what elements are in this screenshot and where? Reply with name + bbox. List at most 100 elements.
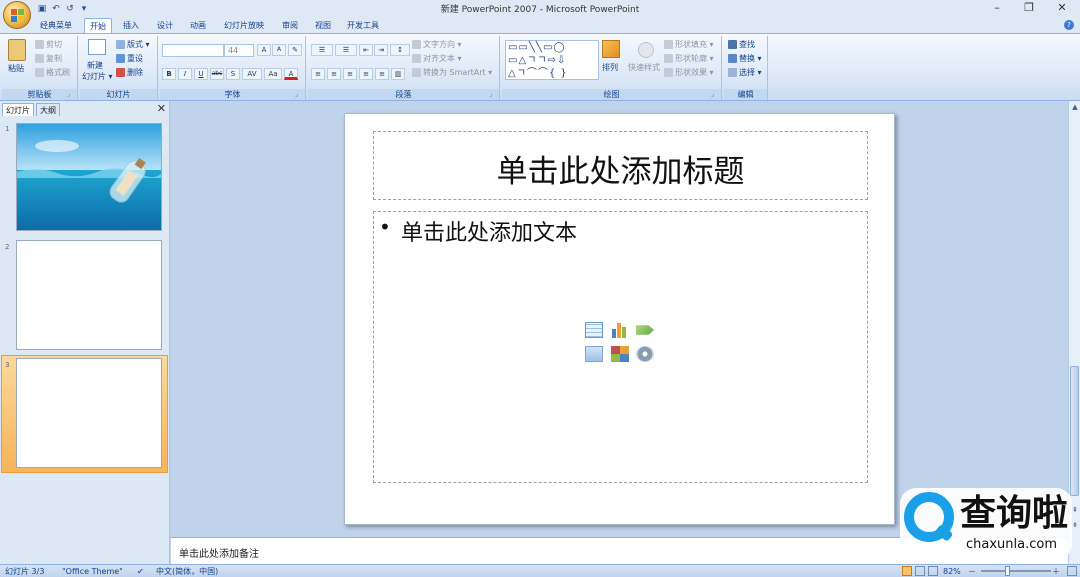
effects-icon [664, 68, 673, 77]
slide-sorter-view-icon[interactable] [915, 566, 925, 576]
tab-classic-menu[interactable]: 经典菜单 [34, 18, 78, 33]
font-size-field[interactable]: 44 [224, 44, 254, 57]
char-spacing-button[interactable]: AV [242, 68, 262, 80]
slideshow-view-icon[interactable] [928, 566, 938, 576]
numbering-icon[interactable]: ☰ [335, 44, 357, 56]
line-spacing-icon[interactable]: ↕ [390, 44, 410, 56]
language-indicator[interactable]: 中文(简体，中国) [156, 566, 218, 577]
zoom-slider[interactable] [981, 570, 1051, 572]
watermark-title: 查询啦 [960, 493, 1069, 534]
office-button[interactable] [3, 1, 31, 29]
increase-indent-icon[interactable]: ⇥ [374, 44, 388, 56]
text-direction-button[interactable]: 文字方向 ▾ [412, 39, 462, 51]
format-painter-button[interactable]: 格式刷 [35, 67, 70, 79]
tab-slide-show[interactable]: 幻灯片放映 [219, 18, 269, 33]
convert-smartart-button[interactable]: 转换为 SmartArt ▾ [412, 67, 492, 79]
justify-icon[interactable]: ≡ [359, 68, 373, 80]
distribute-icon[interactable]: ≡ [375, 68, 389, 80]
slide-thumbnail-3[interactable] [16, 358, 162, 468]
dialog-launcher-icon[interactable]: ⌟ [295, 91, 303, 99]
title-placeholder[interactable]: 单击此处添加标题 [373, 131, 868, 200]
insert-table-icon[interactable] [585, 322, 603, 338]
spell-check-icon[interactable]: ✔ [137, 566, 149, 577]
paste-icon[interactable] [8, 39, 26, 61]
dialog-launcher-icon[interactable]: ⌟ [711, 91, 719, 99]
shadow-button[interactable]: S [226, 68, 240, 80]
columns-icon[interactable]: ▥ [391, 68, 405, 80]
insert-media-icon[interactable] [636, 346, 654, 362]
cut-button[interactable]: 剪切 [35, 39, 62, 51]
reset-button[interactable]: 重设 [116, 53, 143, 65]
arrange-icon[interactable] [602, 40, 620, 58]
align-center-icon[interactable]: ≡ [327, 68, 341, 80]
zoom-out-icon[interactable]: － [968, 566, 976, 577]
paste-button[interactable]: 粘贴 [8, 63, 24, 75]
shrink-font-button[interactable]: A [272, 44, 286, 56]
insert-smartart-icon[interactable] [636, 325, 654, 335]
shape-effects-button[interactable]: 形状效果 ▾ [664, 67, 714, 79]
tab-outline[interactable]: 大纲 [36, 103, 60, 116]
grow-font-button[interactable]: A [257, 44, 271, 56]
theme-name[interactable]: "Office Theme" [62, 566, 123, 577]
restore-button[interactable]: ❐ [1012, 0, 1046, 17]
font-color-button[interactable]: A [284, 68, 298, 80]
decrease-indent-icon[interactable]: ⇤ [359, 44, 373, 56]
help-icon[interactable]: ? [1064, 20, 1074, 30]
tab-slides[interactable]: 幻灯片 [2, 103, 34, 116]
quick-styles-button[interactable]: 快速样式 [628, 62, 660, 74]
strikethrough-button[interactable]: abc [210, 68, 224, 80]
scroll-up-icon[interactable]: ▲ [1070, 103, 1080, 115]
italic-button[interactable]: I [178, 68, 192, 80]
tab-view[interactable]: 视图 [310, 18, 336, 33]
delete-button[interactable]: 删除 [116, 67, 143, 79]
tab-developer[interactable]: 开发工具 [343, 18, 383, 33]
underline-button[interactable]: U [194, 68, 208, 80]
bold-button[interactable]: B [162, 68, 176, 80]
insert-clipart-icon[interactable] [611, 346, 629, 362]
replace-button[interactable]: 替换 ▾ [728, 53, 762, 65]
insert-picture-icon[interactable] [585, 346, 603, 362]
bullets-icon[interactable]: ☰ [311, 44, 333, 56]
scroll-thumb[interactable] [1070, 366, 1079, 496]
layout-button[interactable]: 版式 ▾ [116, 39, 150, 51]
tab-design[interactable]: 设计 [152, 18, 178, 33]
close-panel-icon[interactable]: ✕ [157, 102, 166, 115]
align-left-icon[interactable]: ≡ [311, 68, 325, 80]
find-button[interactable]: 查找 [728, 39, 755, 51]
dialog-launcher-icon[interactable]: ⌟ [67, 91, 75, 99]
close-button[interactable]: ✕ [1045, 0, 1079, 17]
dialog-launcher-icon[interactable]: ⌟ [489, 91, 497, 99]
clear-format-button[interactable]: ✎ [288, 44, 302, 56]
minimize-button[interactable]: – [980, 0, 1014, 17]
insert-chart-icon[interactable] [611, 322, 629, 338]
align-text-button[interactable]: 对齐文本 ▾ [412, 53, 462, 65]
shapes-gallery[interactable]: ▭▭╲╲▭◯ ▭△ㄱㄱ⇨⇩ △ㄱ⌒⌒{ } [505, 40, 599, 80]
quick-styles-icon[interactable] [638, 42, 654, 58]
slide-thumbnail-2[interactable] [16, 240, 162, 350]
tab-animations[interactable]: 动画 [185, 18, 211, 33]
normal-view-icon[interactable] [902, 566, 912, 576]
tab-insert[interactable]: 插入 [118, 18, 144, 33]
zoom-slider-knob[interactable] [1005, 566, 1010, 576]
body-placeholder[interactable]: • 单击此处添加文本 [373, 211, 868, 483]
tab-review[interactable]: 审阅 [277, 18, 303, 33]
new-slide-icon[interactable] [88, 39, 106, 55]
fit-to-window-icon[interactable] [1067, 566, 1077, 576]
zoom-in-icon[interactable]: ＋ [1052, 566, 1060, 577]
slide-thumbnail-1[interactable] [16, 123, 162, 231]
slide-counter: 幻灯片 3/3 [5, 567, 45, 576]
arrange-button[interactable]: 排列 [602, 62, 618, 74]
align-text-icon [412, 54, 421, 63]
vertical-scrollbar[interactable]: ▲ ⇞ ⇟ [1068, 101, 1080, 564]
shape-fill-button[interactable]: 形状填充 ▾ [664, 39, 714, 51]
copy-button[interactable]: 复制 [35, 53, 62, 65]
tab-home[interactable]: 开始 [84, 18, 112, 33]
align-right-icon[interactable]: ≡ [343, 68, 357, 80]
new-slide-dropdown[interactable]: 幻灯片 ▾ [82, 71, 113, 83]
shape-outline-button[interactable]: 形状轮廓 ▾ [664, 53, 714, 65]
select-button[interactable]: 选择 ▾ [728, 67, 762, 79]
font-name-field[interactable] [162, 44, 224, 57]
clipboard-group: 粘贴 剪切 复制 格式刷 剪贴板 ⌟ [2, 36, 78, 100]
zoom-level[interactable]: 82% [943, 566, 961, 577]
change-case-button[interactable]: Aa [264, 68, 282, 80]
